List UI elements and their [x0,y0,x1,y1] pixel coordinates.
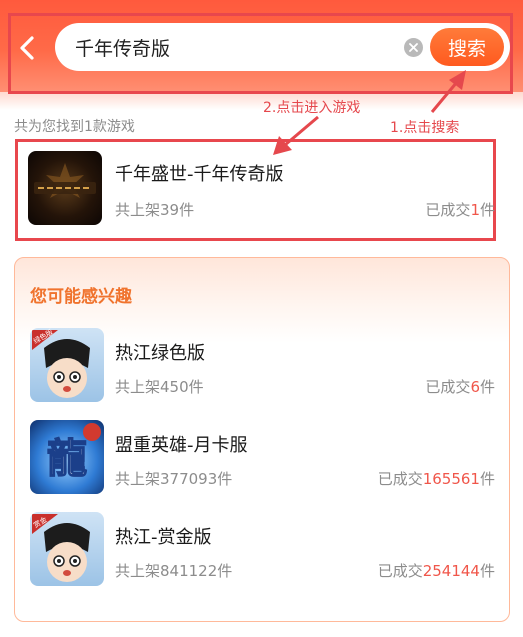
recommend-title: 您可能感兴趣 [30,287,132,307]
sold-prefix: 已成交 [377,562,423,580]
game-name: 盟重英雄-月卡服 [115,435,248,456]
game-logo-icon [34,163,96,198]
game-sold: 已成交165561件 [378,468,495,489]
game-icon-mengzhong: 龍 [30,420,104,494]
sold-suffix: 件 [479,201,495,219]
character-face-icon: 绿色版 [32,328,90,398]
game-sold: 已成交254144件 [378,560,495,581]
sold-number: 165561 [422,470,480,488]
game-stock: 共上架377093件 [115,470,233,488]
sold-number: 6 [470,378,480,396]
sold-number: 254144 [422,562,480,580]
game-stock: 共上架841122件 [115,562,233,580]
recommend-card: 您可能感兴趣 绿色版 热江绿色版 共上架450件 已成交6件 龍 盟重英雄-月卡… [14,257,510,622]
sold-suffix: 件 [479,378,495,396]
result-item[interactable]: 千年盛世-千年传奇版 共上架39件 已成交1件 [0,140,523,240]
arrow-to-search-icon [430,70,466,113]
sold-prefix: 已成交 [425,378,471,396]
dragon-glyph-icon: 龍 [46,423,101,483]
recommend-item[interactable]: 龍 盟重英雄-月卡服 共上架377093件 已成交165561件 [15,412,509,496]
sold-prefix: 已成交 [377,470,423,488]
recommend-item[interactable]: 赏金 热江-赏金版 共上架841122件 已成交254144件 [15,504,509,588]
game-stock: 共上架450件 [115,378,204,396]
game-name: 热江-赏金版 [115,527,212,548]
game-icon-qiannian [28,151,102,225]
annotation-step1: 1.点击搜索 [390,120,460,136]
sold-suffix: 件 [479,470,495,488]
character-face-icon: 赏金 [32,514,90,582]
recommend-item[interactable]: 绿色版 热江绿色版 共上架450件 已成交6件 [15,320,509,404]
sold-number: 1 [470,201,480,219]
game-sold: 已成交6件 [425,376,495,397]
game-sold: 已成交1件 [425,199,495,220]
game-stock: 共上架39件 [115,201,195,219]
game-icon-rejiang-green: 绿色版 [30,328,104,402]
icon-glyph-text: 龍 [47,435,87,482]
annotation-step2: 2.点击进入游戏 [263,100,361,116]
sold-prefix: 已成交 [425,201,471,219]
game-name: 热江绿色版 [115,343,205,364]
game-icon-rejiang-bounty: 赏金 [30,512,104,586]
game-name: 千年盛世-千年传奇版 [115,164,284,185]
sold-suffix: 件 [479,562,495,580]
